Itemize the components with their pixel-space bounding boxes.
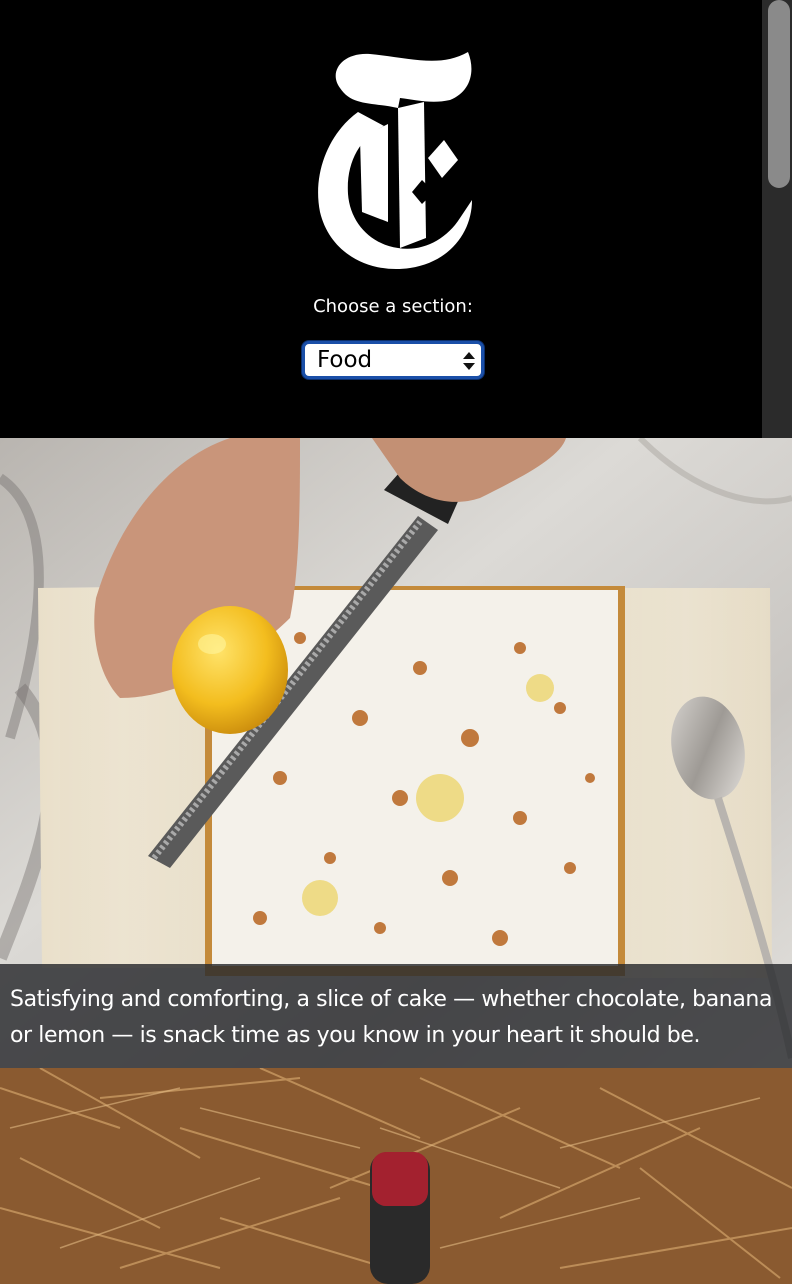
nyt-t-logo-icon (318, 52, 472, 270)
hero-caption: Satisfying and comforting, a slice of ca… (10, 987, 773, 1048)
secondary-photo-grass[interactable] (0, 1068, 792, 1284)
header: Choose a section: Food (0, 0, 762, 438)
section-prompt: Choose a section: (313, 296, 473, 317)
section-select[interactable]: Food (302, 341, 484, 379)
scrollbar-thumb[interactable] (768, 0, 790, 188)
updown-arrows-icon (463, 352, 475, 370)
section-select-value: Food (317, 347, 373, 373)
hero-caption-bar: Satisfying and comforting, a slice of ca… (0, 964, 792, 1068)
